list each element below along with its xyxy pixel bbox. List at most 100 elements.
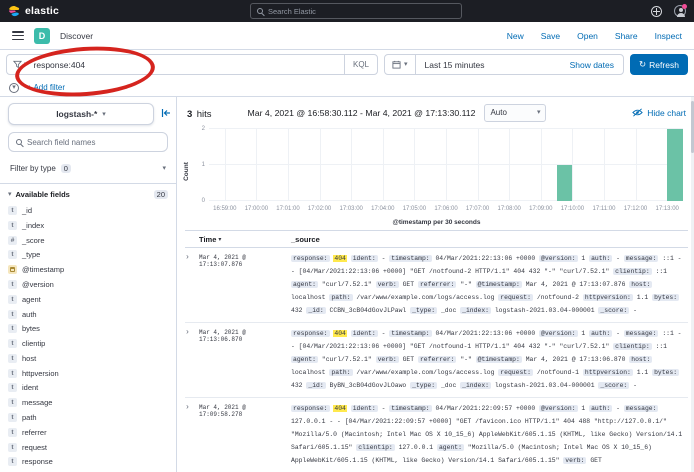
field-value: /notfound-1 xyxy=(537,369,579,376)
field-item-referrer[interactable]: treferrer xyxy=(8,428,168,437)
menu-icon[interactable] xyxy=(12,31,24,40)
field-value: - xyxy=(633,307,637,314)
field-name-badge: auth: xyxy=(589,255,612,262)
saved-query-menu-button[interactable]: ▾ xyxy=(7,60,34,69)
elastic-logo[interactable]: elastic xyxy=(8,5,59,17)
field-name-badge: request: xyxy=(498,369,533,376)
chevron-down-icon: ▾ xyxy=(12,84,16,91)
highlighted-value: 404 xyxy=(333,255,347,262)
field-item-_id[interactable]: t _id xyxy=(8,206,168,215)
field-label: path xyxy=(22,413,37,422)
field-name-badge: clientip: xyxy=(613,343,652,350)
histogram-chart: Count 012 16:59:0017:00:0017:01:0017:02:… xyxy=(185,126,688,226)
field-item-path[interactable]: tpath xyxy=(8,413,168,422)
field-item-message[interactable]: tmessage xyxy=(8,398,168,407)
show-dates-button[interactable]: Show dates xyxy=(570,60,623,70)
filter-by-type-toggle[interactable]: Filter by type 0 ▾ xyxy=(8,158,168,178)
global-header: elastic Search Elastic xyxy=(0,0,694,22)
field-type-string-icon: t xyxy=(8,443,17,452)
field-item-request[interactable]: trequest xyxy=(8,443,168,452)
highlighted-value: 404 xyxy=(333,405,347,412)
fields-list: t _id t_index #_score t_type @timestamp t@vers… xyxy=(8,206,168,472)
field-item-httpversion[interactable]: t httpversion xyxy=(8,369,168,378)
time-column-header[interactable]: Time ▾ xyxy=(199,235,291,244)
field-value: localhost xyxy=(291,294,326,301)
field-item-clientip[interactable]: tclientip xyxy=(8,339,168,348)
field-name-badge: request: xyxy=(498,294,533,301)
field-type-string-icon: t xyxy=(8,310,17,319)
gridline xyxy=(604,129,605,201)
field-search-input[interactable]: Search field names xyxy=(8,132,168,152)
field-value: /var/www/example.com/logs/access.log xyxy=(356,294,494,301)
field-name-badge: verb: xyxy=(376,356,399,363)
field-name-badge: @version: xyxy=(539,255,578,262)
interval-select[interactable]: Auto ▾ xyxy=(484,104,546,122)
field-type-string-icon: t xyxy=(8,206,17,215)
global-search-input[interactable]: Search Elastic xyxy=(250,3,462,19)
settings-icon[interactable] xyxy=(651,6,662,17)
gridline xyxy=(636,129,637,201)
discover-app-icon[interactable]: D xyxy=(34,28,50,44)
available-fields-header[interactable]: ▾ Available fields 20 xyxy=(8,190,168,199)
field-label: message xyxy=(22,398,52,407)
source-cell: response: 404 ident: - timestamp: 04/Mar… xyxy=(291,327,688,392)
nav-action-new[interactable]: New xyxy=(507,31,524,41)
field-search-placeholder: Search field names xyxy=(27,138,95,147)
filter-bar: ▾ + Add filter xyxy=(0,79,694,97)
field-type-string-icon: t xyxy=(8,295,17,304)
filter-funnel-icon xyxy=(13,60,22,69)
index-pattern-selector[interactable]: logstash-* ▾ xyxy=(8,103,154,125)
doc-table: Time ▾ _source ›Mar 4, 2021 @ 17:13:07.8… xyxy=(185,230,688,472)
field-name-badge: @timestamp: xyxy=(476,356,522,363)
collapse-sidebar-button[interactable] xyxy=(161,108,171,118)
add-filter-button[interactable]: + Add filter xyxy=(27,83,65,92)
field-type-string-icon: t xyxy=(8,369,17,378)
field-name-badge: message: xyxy=(624,405,659,412)
x-tick: 17:05:00 xyxy=(403,206,426,212)
field-item-_type[interactable]: t_type xyxy=(8,250,168,259)
gridline xyxy=(383,129,384,201)
field-item-@version[interactable]: t@version xyxy=(8,280,168,289)
search-icon xyxy=(257,8,263,14)
hide-chart-label: Hide chart xyxy=(647,108,686,118)
field-label: ident xyxy=(22,383,38,392)
hits-number: 3 xyxy=(187,109,192,120)
expand-row-button[interactable]: › xyxy=(185,252,199,317)
field-item-auth[interactable]: tauth xyxy=(8,309,168,318)
histogram-bar[interactable] xyxy=(667,129,683,201)
query-language-button[interactable]: KQL xyxy=(344,55,377,74)
field-item-ident[interactable]: tident xyxy=(8,383,168,392)
time-cell: Mar 4, 2021 @ 17:13:06.870 xyxy=(199,327,291,392)
date-picker-menu-button[interactable]: ▾ xyxy=(385,55,416,74)
nav-action-inspect[interactable]: Inspect xyxy=(655,31,682,41)
user-avatar[interactable] xyxy=(674,5,686,17)
field-item-bytes[interactable]: tbytes xyxy=(8,324,168,333)
field-item-_index[interactable]: t_index xyxy=(8,221,168,230)
time-range-value[interactable]: Last 15 minutes xyxy=(416,60,494,70)
chevron-down-icon: ▾ xyxy=(24,61,28,68)
refresh-button[interactable]: ↻ Refresh xyxy=(630,54,688,75)
field-label: _id xyxy=(22,206,32,215)
expand-row-button[interactable]: › xyxy=(185,327,199,392)
expand-row-button[interactable]: › xyxy=(185,402,199,467)
field-name-badge: _score: xyxy=(598,307,629,314)
y-tick-labels: 012 xyxy=(185,129,205,201)
field-item-_score[interactable]: #_score xyxy=(8,236,168,245)
histogram-bar[interactable] xyxy=(557,165,573,201)
field-value: - xyxy=(382,255,386,262)
nav-action-open[interactable]: Open xyxy=(577,31,598,41)
query-input[interactable]: ▾ response:404 KQL xyxy=(6,54,378,75)
time-cell: Mar 4, 2021 @ 17:13:07.876 xyxy=(199,252,291,317)
field-label: httpversion xyxy=(22,369,59,378)
hide-chart-button[interactable]: Hide chart xyxy=(632,108,686,118)
field-item-host[interactable]: thost xyxy=(8,354,168,363)
field-type-date-icon xyxy=(8,265,17,274)
gridline xyxy=(541,129,542,201)
nav-action-save[interactable]: Save xyxy=(541,31,560,41)
field-item-response[interactable]: tresponse xyxy=(8,457,168,466)
nav-action-share[interactable]: Share xyxy=(615,31,638,41)
field-item-@timestamp[interactable]: @timestamp xyxy=(8,265,168,274)
field-item-agent[interactable]: tagent xyxy=(8,295,168,304)
chevron-down-icon: ▾ xyxy=(537,109,541,116)
filter-options-button[interactable]: ▾ xyxy=(9,83,19,93)
